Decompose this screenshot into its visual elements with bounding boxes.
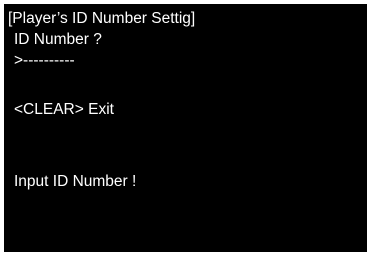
clear-key-label: <CLEAR> bbox=[14, 101, 84, 118]
status-message: Input ID Number ! bbox=[14, 173, 137, 190]
clear-exit-hint[interactable]: <CLEAR> Exit bbox=[14, 100, 114, 120]
exit-label: Exit bbox=[88, 101, 114, 118]
id-number-input[interactable]: >---------- bbox=[14, 51, 75, 71]
id-number-prompt: ID Number ? bbox=[14, 31, 102, 48]
terminal-screen: [Player’s ID Number Settig] ID Number ? … bbox=[4, 4, 367, 252]
screen-title: [Player’s ID Number Settig] bbox=[8, 10, 196, 27]
